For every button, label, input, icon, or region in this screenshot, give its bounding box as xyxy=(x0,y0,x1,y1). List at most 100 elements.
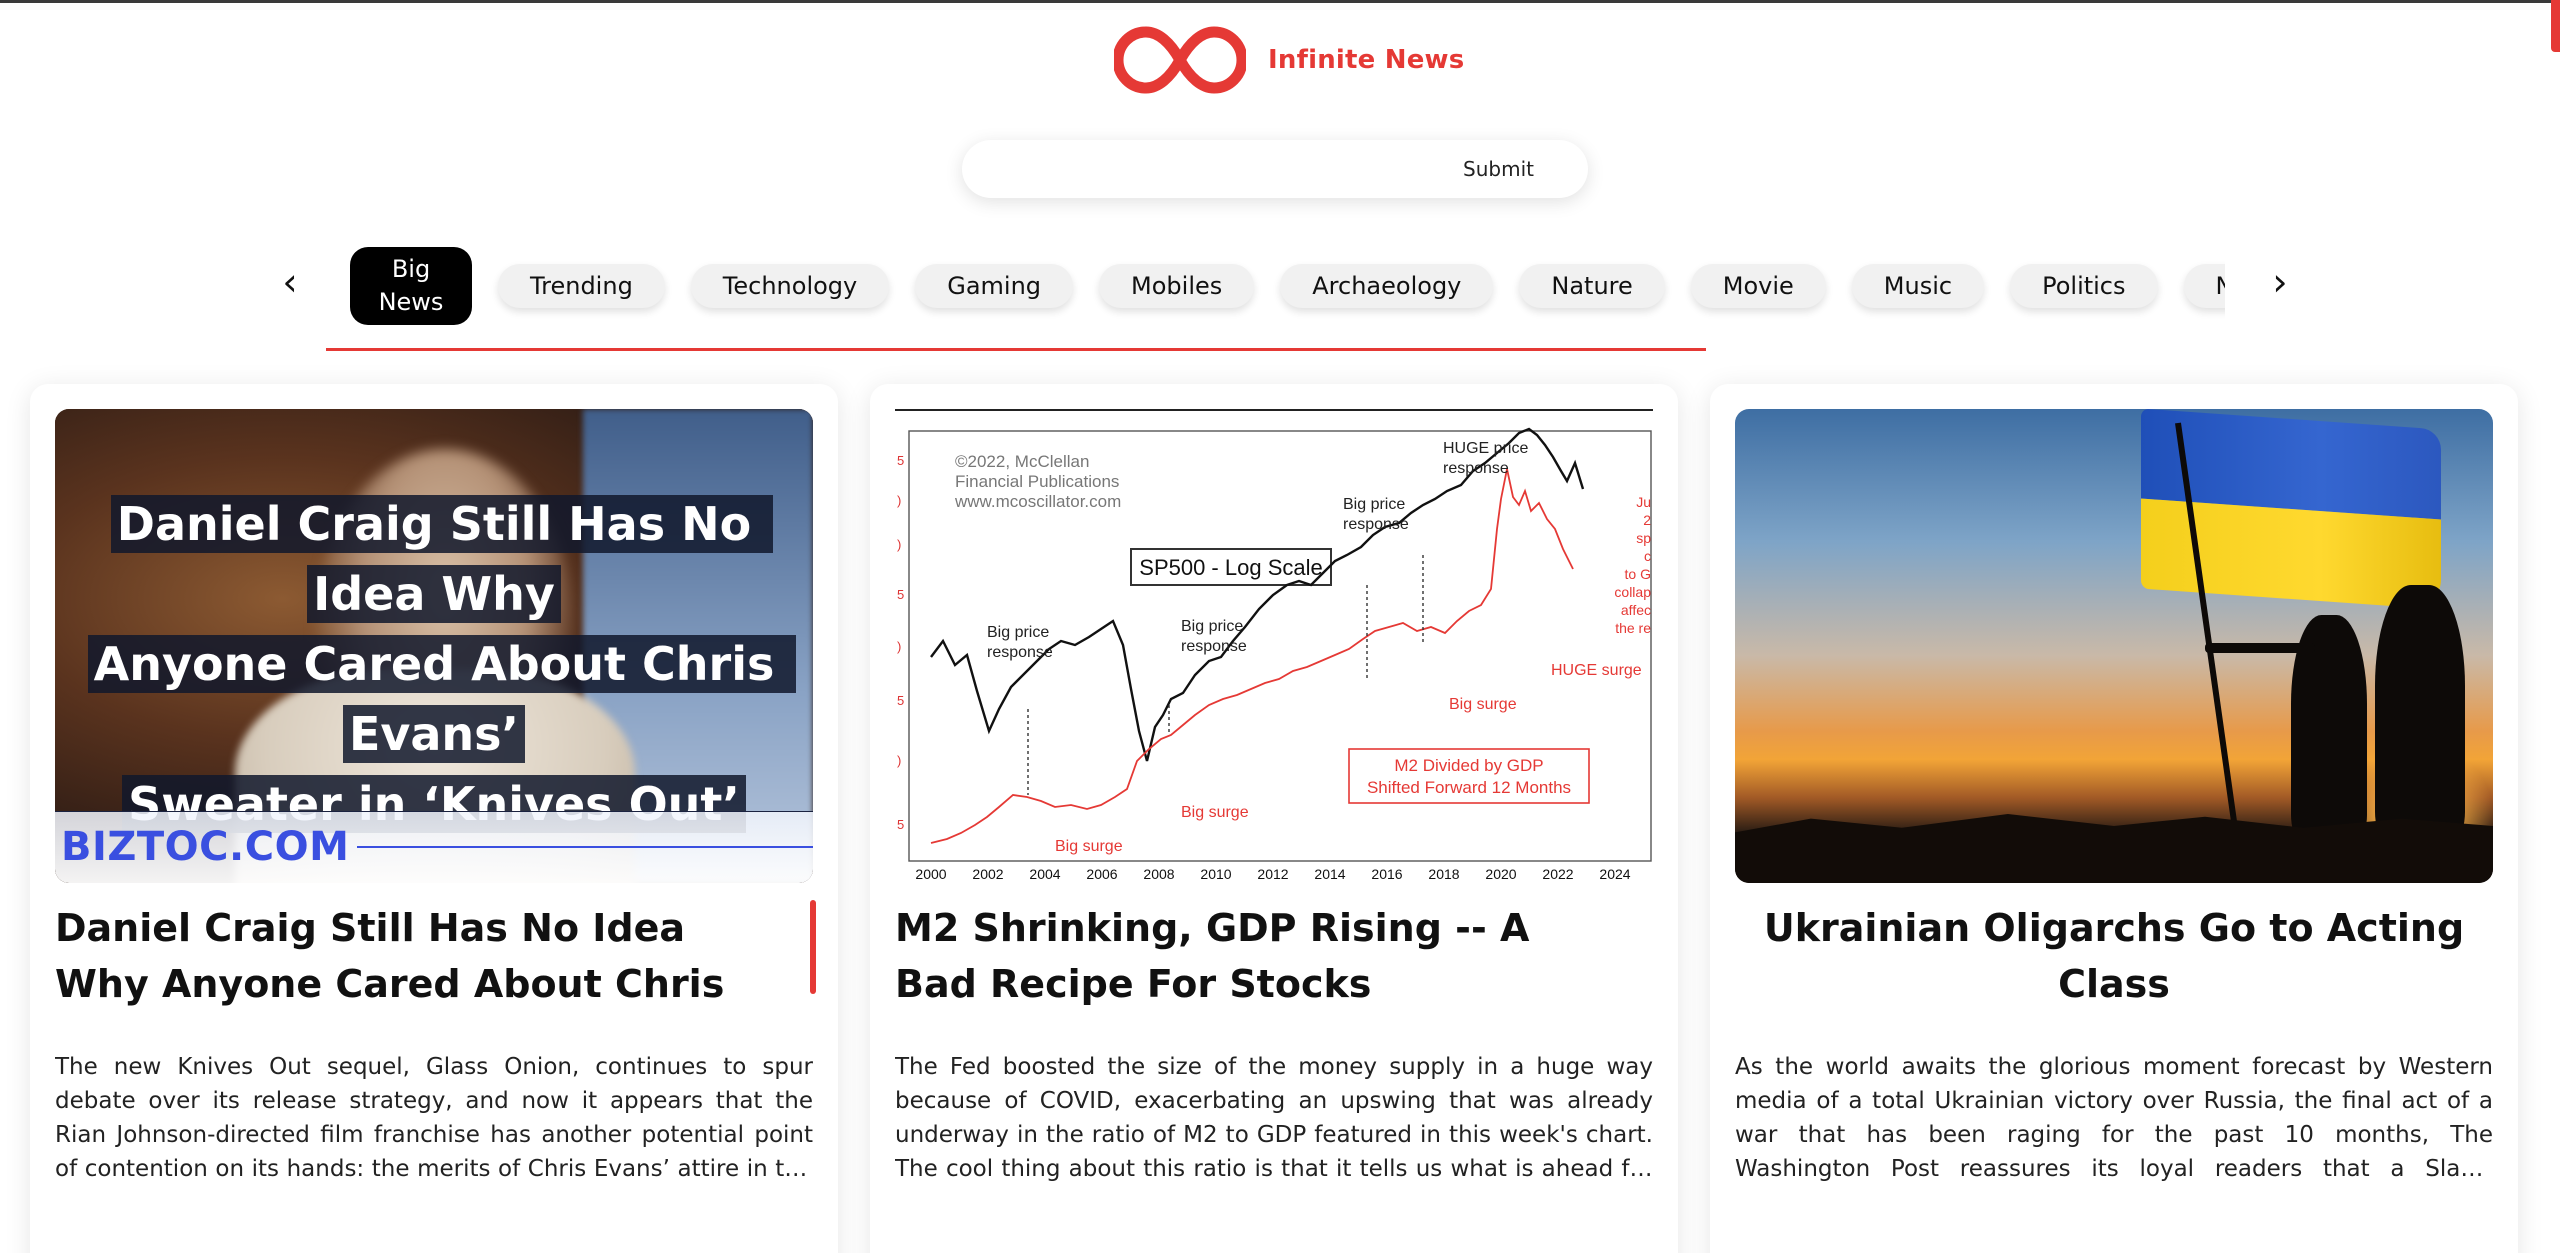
x-tick-label: 2014 xyxy=(1314,866,1345,882)
annotation-label: collap xyxy=(1614,584,1651,600)
search-input[interactable] xyxy=(962,140,1464,198)
copyright-line: Financial Publications xyxy=(955,472,1119,491)
chart-box-label: SP500 - Log Scale xyxy=(1139,555,1322,580)
scrollbar-thumb[interactable] xyxy=(2551,0,2560,52)
article-image[interactable] xyxy=(1735,409,2493,883)
legend-line: Shifted Forward 12 Months xyxy=(1367,778,1571,797)
article-title[interactable]: Daniel Craig Still Has No Idea Why Anyon… xyxy=(55,900,775,1012)
x-tick-label: 2000 xyxy=(915,866,946,882)
article-grid: Daniel Craig Still Has No Idea Why Anyon… xyxy=(30,384,2520,1253)
annotation-label: the re xyxy=(1615,620,1651,636)
tab-music[interactable]: Music xyxy=(1851,264,1985,308)
annotation-label: response xyxy=(1181,638,1247,655)
article-title[interactable]: Ukrainian Oligarchs Go to Acting Class xyxy=(1735,900,2493,1012)
overlay-line: Anyone Cared About Chris Evans’ xyxy=(87,635,797,763)
search-form: Submit xyxy=(962,140,1588,198)
tab-nature[interactable]: Nature xyxy=(1519,264,1665,308)
annotation-label: Big surge xyxy=(1055,838,1123,855)
chevron-right-icon[interactable]: › xyxy=(2260,260,2300,304)
annotation-label: to G xyxy=(1625,566,1651,582)
rifle-silhouette xyxy=(2205,643,2315,653)
annotation-label: Big price xyxy=(987,624,1049,641)
x-tick-label: 2012 xyxy=(1257,866,1288,882)
image-source-strip: BIZTOC.COM xyxy=(55,811,813,883)
svg-text:5: 5 xyxy=(897,817,904,832)
top-border xyxy=(0,0,2560,3)
y-axis-ticks: 5 ) ) 5 ) 5 ) 5 xyxy=(897,453,904,832)
image-headline-overlay: Daniel Craig Still Has No Idea Why Anyon… xyxy=(55,489,813,839)
annotation-label: Big price xyxy=(1343,496,1405,513)
annotation-label: affec xyxy=(1621,602,1651,618)
annotation-label: c xyxy=(1644,548,1651,564)
category-tabs: ‹ Big News Trending Technology Gaming Mo… xyxy=(270,246,2288,326)
tabs-scroll-underline xyxy=(326,348,1706,351)
x-tick-label: 2010 xyxy=(1200,866,1231,882)
right-note: Ju 2 sp c to G collap affec the re xyxy=(1614,494,1651,636)
annotation-label: response xyxy=(987,644,1053,661)
x-tick-label: 2006 xyxy=(1086,866,1117,882)
copyright-line: ©2022, McClellan xyxy=(955,452,1089,471)
tab-big-news[interactable]: Big News xyxy=(350,247,472,325)
annotation-label: Big surge xyxy=(1181,804,1249,821)
tab-technology[interactable]: Technology xyxy=(690,264,890,308)
article-image[interactable]: 5 ) ) 5 ) 5 ) 5 ©2022, McClellan Financi… xyxy=(895,409,1653,883)
article-card[interactable]: Daniel Craig Still Has No Idea Why Anyon… xyxy=(30,384,838,1253)
x-tick-label: 2018 xyxy=(1428,866,1459,882)
annotation-label: 2 xyxy=(1643,512,1651,528)
annotation-label: response xyxy=(1443,460,1509,477)
svg-text:5: 5 xyxy=(897,693,904,708)
article-description: The new Knives Out sequel, Glass Onion, … xyxy=(55,1054,813,1182)
brand[interactable]: Infinite News xyxy=(1114,22,1464,98)
x-tick-label: 2020 xyxy=(1485,866,1516,882)
copyright: ©2022, McClellan Financial Publications … xyxy=(954,452,1121,511)
tab-gaming[interactable]: Gaming xyxy=(915,264,1074,308)
article-card[interactable]: Ukrainian Oligarchs Go to Acting Class A… xyxy=(1710,384,2518,1253)
annotation-label: Big price xyxy=(1181,618,1243,635)
tab-movie[interactable]: Movie xyxy=(1690,264,1826,308)
tab-mobiles[interactable]: Mobiles xyxy=(1099,264,1255,308)
image-source-label: BIZTOC.COM xyxy=(61,824,350,870)
x-tick-label: 2004 xyxy=(1029,866,1060,882)
image-source-rule xyxy=(357,846,813,848)
svg-text:5: 5 xyxy=(897,587,904,602)
tabs-viewport: Big News Trending Technology Gaming Mobi… xyxy=(350,246,2225,326)
overlay-line: Daniel Craig Still Has No Idea Why xyxy=(110,495,774,623)
infinity-icon xyxy=(1114,26,1246,94)
x-tick-label: 2016 xyxy=(1371,866,1402,882)
svg-text:): ) xyxy=(897,639,901,654)
chevron-left-icon[interactable]: ‹ xyxy=(270,260,310,304)
submit-button[interactable]: Submit xyxy=(1463,157,1534,181)
brand-name: Infinite News xyxy=(1268,45,1465,75)
tab-archaeology[interactable]: Archaeology xyxy=(1280,264,1494,308)
x-tick-label: 2024 xyxy=(1599,866,1630,882)
article-card[interactable]: 5 ) ) 5 ) 5 ) 5 ©2022, McClellan Financi… xyxy=(870,384,1678,1253)
chart-image: 5 ) ) 5 ) 5 ) 5 ©2022, McClellan Financi… xyxy=(895,409,1653,882)
svg-text:5: 5 xyxy=(897,453,904,468)
article-description: As the world awaits the glorious moment … xyxy=(1735,1054,2493,1182)
article-title[interactable]: M2 Shrinking, GDP Rising -- A Bad Recipe… xyxy=(895,900,1615,1012)
annotation-label: sp xyxy=(1636,530,1651,546)
title-accent-bar xyxy=(810,900,816,994)
annotation-label: Ju xyxy=(1636,494,1651,510)
article-description: The Fed boosted the size of the money su… xyxy=(895,1054,1653,1182)
annotation-label: HUGE price xyxy=(1443,440,1528,457)
x-tick-label: 2008 xyxy=(1143,866,1174,882)
soldier-silhouette xyxy=(2375,585,2465,837)
article-image[interactable]: Daniel Craig Still Has No Idea Why Anyon… xyxy=(55,409,813,883)
tabs-track: Big News Trending Technology Gaming Mobi… xyxy=(350,246,2225,326)
tab-politics[interactable]: Politics xyxy=(2010,264,2158,308)
ukraine-flag-icon xyxy=(2141,409,2441,610)
legend-line: M2 Divided by GDP xyxy=(1394,756,1543,775)
annotation-label: Big surge xyxy=(1449,696,1517,713)
svg-text:): ) xyxy=(897,493,901,508)
svg-text:): ) xyxy=(897,537,901,552)
annotation-label: response xyxy=(1343,516,1409,533)
x-tick-label: 2002 xyxy=(972,866,1003,882)
x-axis-ticks: 2000 2002 2004 2006 2008 2010 2012 2014 … xyxy=(915,866,1630,882)
tab-trending[interactable]: Trending xyxy=(498,264,665,308)
svg-text:): ) xyxy=(897,753,901,768)
copyright-line: www.mcoscillator.com xyxy=(954,492,1121,511)
tab-national[interactable]: National xyxy=(2183,264,2225,308)
x-tick-label: 2022 xyxy=(1542,866,1573,882)
annotation-label: HUGE surge xyxy=(1551,662,1642,679)
